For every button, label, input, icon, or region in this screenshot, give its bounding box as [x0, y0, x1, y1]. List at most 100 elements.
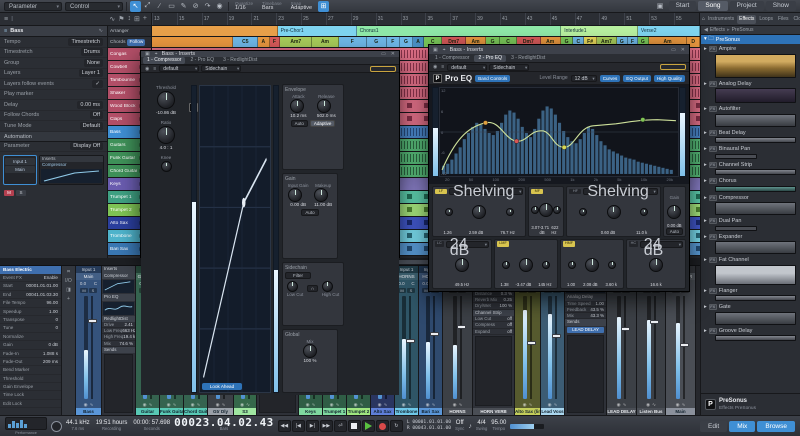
chord-track-header[interactable]: Chords Follow: [108, 37, 151, 48]
arranger-section[interactable]: Verse2: [637, 26, 700, 36]
forward-button[interactable]: ▶▶: [319, 420, 333, 432]
menu-icon[interactable]: ≡: [4, 16, 8, 23]
monitor-icon[interactable]: ◉: [676, 401, 680, 408]
fader-zone[interactable]: [607, 294, 636, 401]
panel-param-row[interactable]: Expand off: [473, 329, 514, 335]
band-enable-chip[interactable]: HMF: [563, 241, 575, 247]
arranger-section[interactable]: [152, 26, 278, 36]
event-row[interactable]: Time Lock: [0, 391, 61, 400]
expand-arrow-icon[interactable]: ▸: [704, 162, 707, 168]
snap-group[interactable]: Snap Adaptive: [288, 1, 315, 11]
loop-button[interactable]: ↻: [389, 420, 403, 432]
channel-label[interactable]: Main: [666, 408, 695, 415]
snap-toggle-icon[interactable]: ⊞: [318, 0, 330, 12]
eq-output-dropdown[interactable]: EQ Output: [623, 74, 651, 82]
event-row[interactable]: Gain Envelope: [0, 383, 61, 392]
item-thumbnail[interactable]: [715, 311, 796, 325]
event-row[interactable]: Fade-In 1.088 s: [0, 350, 61, 358]
bypass-icon[interactable]: ◉: [432, 64, 438, 70]
transport-field[interactable]: 19:51 hours Recording: [96, 420, 128, 432]
ruler-tick[interactable]: 45: [549, 13, 575, 25]
expand-arrow-icon[interactable]: ▸: [704, 146, 707, 152]
chord-event[interactable]: A: [412, 37, 425, 47]
channel-label[interactable]: Keys: [299, 408, 322, 415]
chord-event[interactable]: A: [258, 37, 270, 47]
inspector-row-value[interactable]: Off: [89, 111, 103, 120]
item-thumbnail[interactable]: [715, 202, 796, 215]
ruler-tick[interactable]: 31: [375, 13, 401, 25]
band-type-dropdown[interactable]: 24 dB: [639, 236, 683, 258]
inspector-row[interactable]: Tune Mode Default: [0, 121, 107, 132]
proeq-titlebar[interactable]: ▣ ⌖ Bass - Inserts ▭ ✕: [429, 45, 689, 54]
ibeam-icon[interactable]: I: [11, 16, 13, 23]
mute-button[interactable]: M: [398, 288, 406, 293]
inspector-row[interactable]: Group None: [0, 58, 107, 69]
item-thumbnail[interactable]: [715, 169, 796, 175]
knee-knob[interactable]: [160, 161, 172, 172]
back-icon[interactable]: ◀: [704, 27, 708, 33]
inspector-row-value[interactable]: Timestretch: [68, 37, 103, 46]
inspector-row-value[interactable]: 0.00 ms: [77, 100, 103, 109]
inspector-row[interactable]: Play marker: [0, 90, 107, 100]
insert-tab-2-pro-eq[interactable]: 2 - Pro EQ: [474, 54, 507, 62]
parameter-dropdown[interactable]: Parameter: [4, 1, 62, 11]
band-enable-chip[interactable]: HC: [629, 241, 638, 247]
compression-curve-display[interactable]: Look Ahead: [199, 85, 271, 393]
tab-files[interactable]: Files: [776, 15, 791, 24]
eq-band-lc[interactable]: LC24 dB 49.5 Hz: [432, 236, 492, 289]
ruler-tick[interactable]: 23: [276, 13, 301, 25]
q-knob[interactable]: [501, 260, 510, 269]
event-row[interactable]: File Tempo 96.00: [0, 299, 61, 308]
page-button-show[interactable]: Show: [765, 1, 796, 11]
inspector-row[interactable]: Tempo Timestretch: [0, 37, 107, 48]
event-row[interactable]: Transpose 0: [0, 316, 61, 325]
band-type-dropdown[interactable]: 24 dB: [445, 236, 489, 258]
page-button-start[interactable]: Start: [668, 1, 697, 11]
fader-handle[interactable]: [405, 339, 415, 344]
panel-section-title[interactable]: Sends: [565, 319, 606, 326]
solo-button[interactable]: S: [16, 190, 26, 196]
fader-zone[interactable]: [419, 294, 442, 401]
expand-arrow-icon[interactable]: ▸: [704, 46, 707, 52]
param-value[interactable]: off: [507, 322, 512, 327]
inspector-row-value[interactable]: Drums: [80, 48, 103, 57]
event-value[interactable]: 0: [55, 324, 58, 331]
browser-item-expander[interactable]: ▸ FX Expander: [701, 233, 800, 242]
fader-track[interactable]: [456, 296, 466, 399]
chord-event[interactable]: F: [386, 37, 400, 47]
channel-label[interactable]: Trumpet 1: [323, 408, 346, 415]
fader-track[interactable]: [405, 296, 415, 399]
channel-label[interactable]: Bari Sax: [419, 408, 442, 415]
param-value[interactable]: 1.00: [595, 301, 604, 306]
browser-selected-folder[interactable]: ▾ 🗀 PreSonus: [701, 35, 800, 44]
solo-button[interactable]: S: [407, 288, 415, 293]
panel-section-title[interactable]: Pro EQ: [102, 294, 135, 301]
adaptive-button[interactable]: Adaptive: [309, 120, 336, 127]
arranger-section[interactable]: Chorus1: [356, 26, 562, 36]
ruler-tick[interactable]: 39: [475, 13, 500, 25]
record-button[interactable]: [375, 420, 389, 432]
gain-knob[interactable]: [584, 257, 599, 272]
ruler-tick[interactable]: 29: [350, 13, 376, 25]
monitor-icon[interactable]: ◉: [330, 401, 334, 408]
input-gain-knob[interactable]: [287, 188, 302, 202]
q-knob[interactable]: [579, 208, 588, 217]
ratio-knob[interactable]: [157, 126, 175, 144]
monitor-icon[interactable]: ◉: [548, 401, 552, 408]
eq-band-mf[interactable]: MF 3.07 -3.71 dB 622 Hz: [528, 186, 565, 237]
chord-event[interactable]: Am: [312, 37, 339, 47]
sidechain-lowcut-knob[interactable]: [286, 280, 298, 292]
ruler-tick[interactable]: 41: [500, 13, 525, 25]
channel-label[interactable]: Funk Guitar: [160, 408, 183, 415]
browser-item-beat-delay[interactable]: ▸ FX Beat Delay: [701, 129, 800, 138]
cut-freq-knob[interactable]: [649, 257, 663, 272]
timebase-group[interactable]: Timebase Bars: [259, 1, 285, 11]
channel-label[interactable]: Trumpet 2: [347, 408, 370, 415]
ruler-tick[interactable]: 37: [450, 13, 475, 25]
band-enable-chip[interactable]: HF: [569, 188, 582, 195]
browser-item-analog-delay[interactable]: ▸ FX Analog Delay: [701, 80, 800, 89]
list-icon[interactable]: ≡: [152, 66, 157, 72]
view-button-edit[interactable]: Edit: [700, 420, 728, 432]
arranger-track-header[interactable]: Arranger: [108, 26, 151, 37]
eq-band-hc[interactable]: HC24 dB 16.6 k: [626, 236, 686, 289]
